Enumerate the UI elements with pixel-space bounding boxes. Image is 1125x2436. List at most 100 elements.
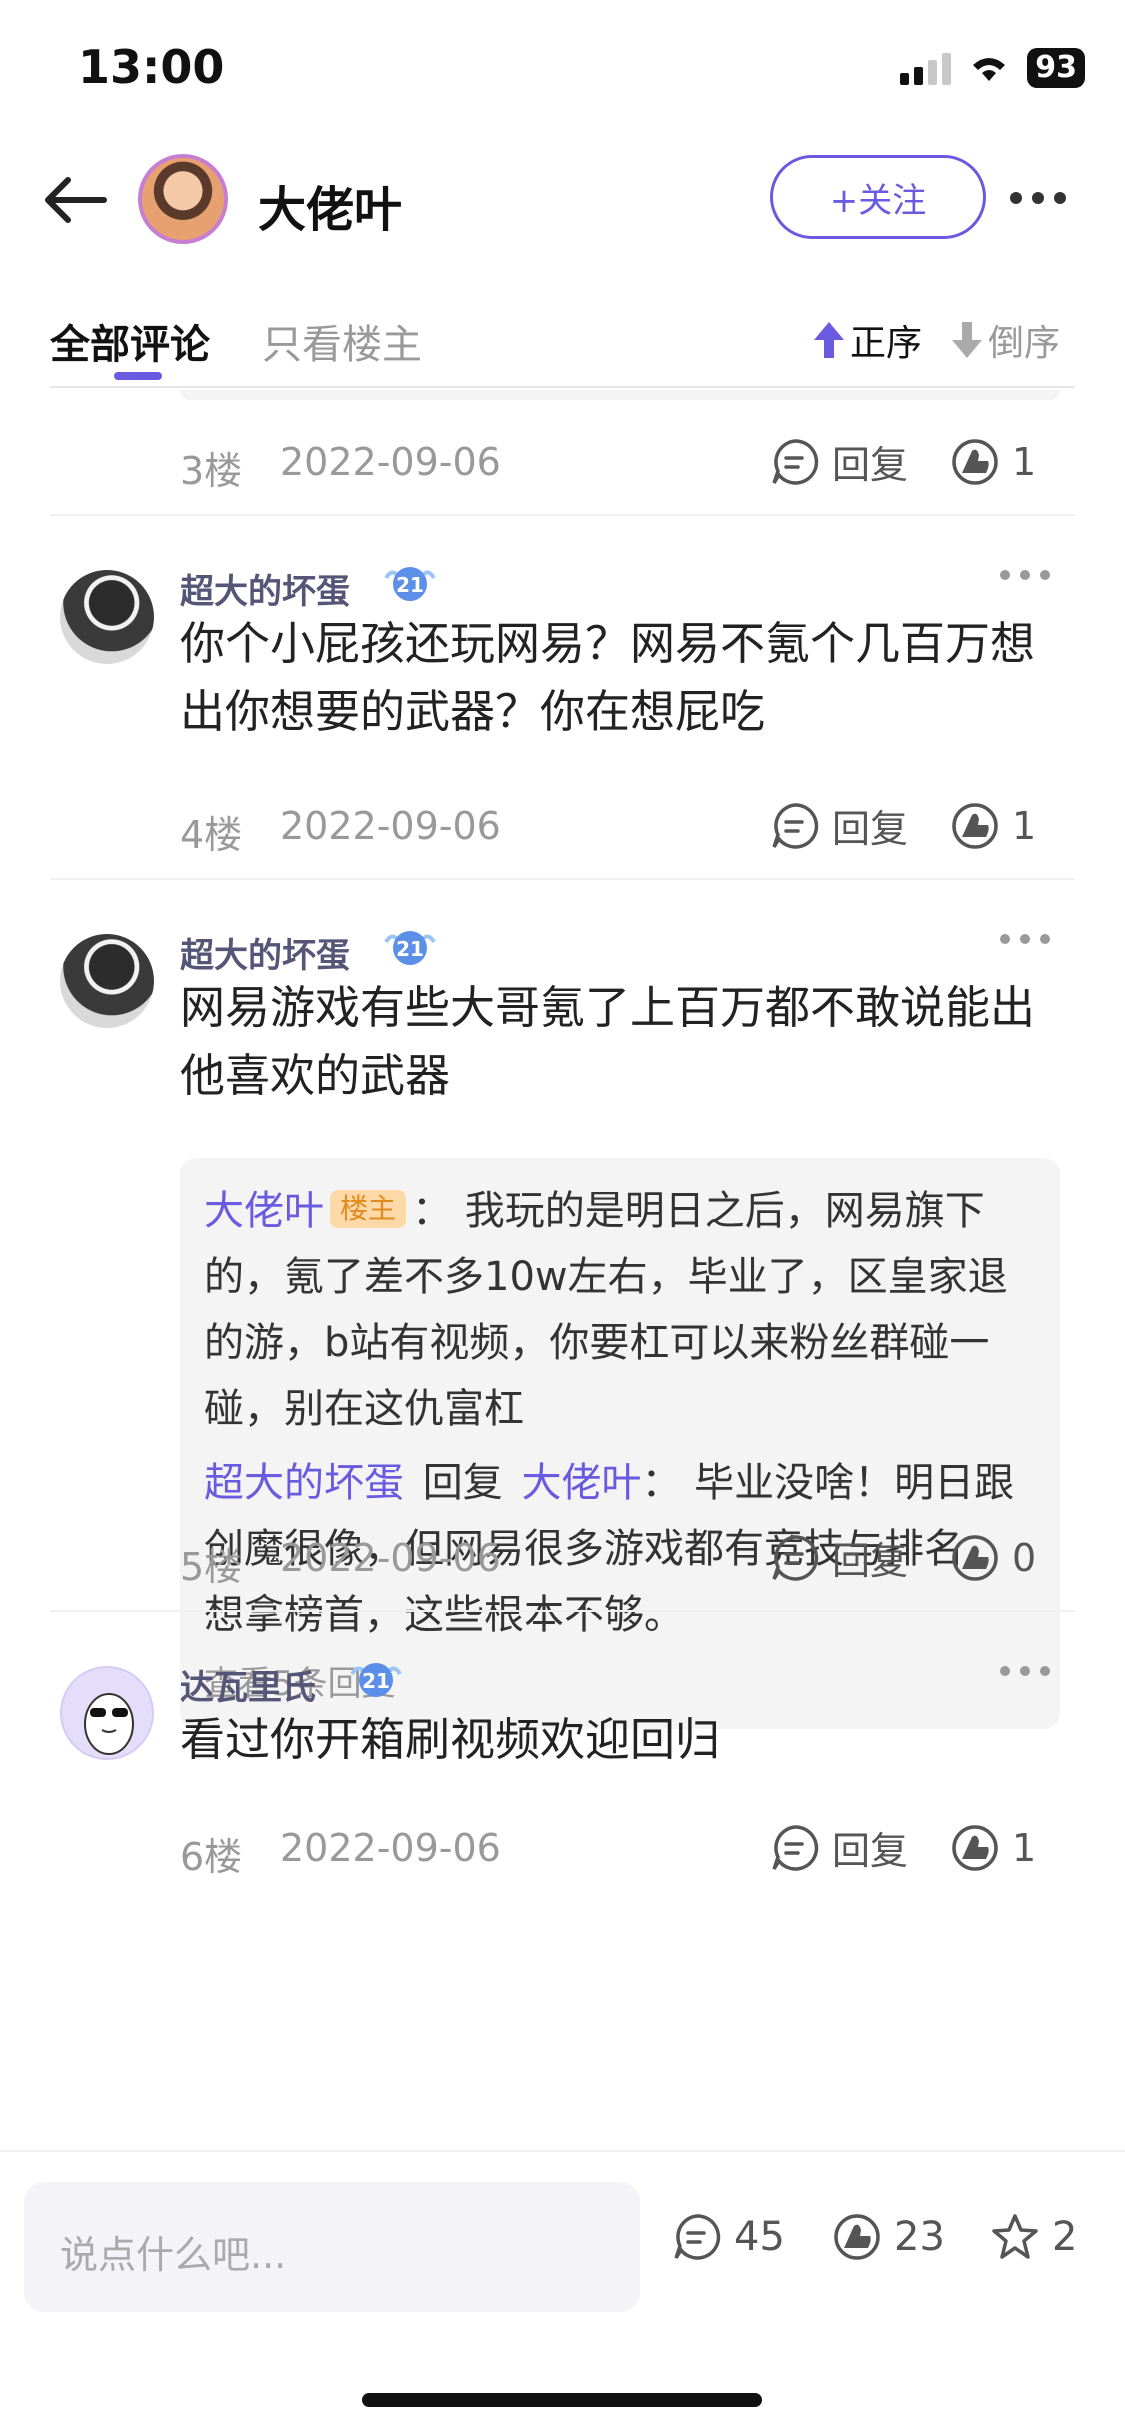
cartoon-face-icon: [84, 1693, 134, 1755]
divider: [50, 514, 1075, 516]
bottom-action-bar: 说点什么吧... 45 23 2: [0, 2150, 1125, 2312]
tab-owner-only[interactable]: 只看楼主: [262, 312, 422, 370]
commenter-avatar[interactable]: [60, 934, 154, 1028]
comment-input[interactable]: 说点什么吧...: [24, 2182, 640, 2312]
reply-icon: [772, 1824, 819, 1871]
back-arrow-icon[interactable]: [40, 170, 110, 230]
view-more-replies-link[interactable]: 查看5条回复: [204, 1656, 1036, 1705]
reply-icon: [772, 438, 819, 485]
sort-descending-button[interactable]: 倒序: [950, 314, 1060, 366]
sort-ascending-button[interactable]: 正序: [812, 314, 922, 366]
reply-label: 回复: [832, 807, 909, 851]
home-indicator: [362, 2393, 762, 2407]
comment-text: 你个小屁孩还玩网易？网易不氪个几百万想出你想要的武器？你在想屁吃: [180, 617, 1036, 738]
comment-date: 2022-09-06: [280, 1826, 501, 1870]
wifi-icon: [973, 58, 1006, 81]
reply-label: 回复: [832, 1539, 909, 1583]
like-button[interactable]: 0: [950, 1533, 1036, 1583]
svg-text:21: 21: [362, 1669, 390, 1693]
sub-reply-target[interactable]: 大佬叶: [521, 1460, 641, 1506]
status-icons: 93: [900, 48, 1085, 88]
svg-text:21: 21: [396, 937, 424, 961]
comment-meta: 5楼 2022-09-06 回复 0: [180, 1530, 1080, 1590]
floor-number: 3楼: [180, 449, 243, 493]
sub-reply-author[interactable]: 大佬叶: [204, 1188, 324, 1234]
sub-reply-box-edge: [180, 390, 1060, 400]
status-time: 13:00: [78, 40, 225, 94]
like-count: 1: [1012, 439, 1037, 484]
comment-meta: 6楼 2022-09-06 回复 1: [180, 1820, 1080, 1880]
favorite-button[interactable]: 2: [990, 2212, 1077, 2262]
star-count: 2: [1052, 2214, 1078, 2260]
top-header: 大佬叶 +关注: [0, 140, 1125, 260]
like-icon: [952, 802, 998, 849]
arrow-down-icon: [952, 322, 982, 358]
author-name[interactable]: 大佬叶: [258, 170, 402, 240]
comment-more-icon[interactable]: [1000, 934, 1056, 944]
floor-number: 6楼: [180, 1835, 243, 1879]
sort-asc-label: 正序: [850, 323, 923, 364]
tab-active-indicator: [114, 372, 162, 380]
sub-reply: 大佬叶 楼主： 我玩的是明日之后，网易旗下的，氪了差不多10w左右，毕业了，区皇家…: [204, 1178, 1036, 1442]
comment-date: 2022-09-06: [280, 804, 501, 848]
sub-reply-text: 我玩的是明日之后，网易旗下的，氪了差不多10w左右，毕业了，区皇家退的游，b站有…: [204, 1188, 1008, 1432]
owner-tag: 楼主: [330, 1190, 407, 1228]
sub-reply-box: 大佬叶 楼主： 我玩的是明日之后，网易旗下的，氪了差不多10w左右，毕业了，区皇家…: [180, 1158, 1060, 1729]
commenter-avatar[interactable]: [60, 1666, 154, 1760]
like-button[interactable]: 1: [950, 801, 1036, 851]
like-total-button[interactable]: 23: [832, 2212, 945, 2262]
comment-more-icon[interactable]: [1000, 570, 1056, 580]
signal-icon: [900, 51, 952, 85]
reply-button[interactable]: 回复: [770, 798, 908, 853]
reply-icon: [772, 802, 819, 849]
floor-number: 4楼: [180, 813, 243, 857]
author-avatar[interactable]: [138, 154, 228, 244]
sub-reply-separator: ：: [412, 1188, 453, 1234]
svg-text:21: 21: [396, 573, 424, 597]
reply-label: 回复: [832, 443, 909, 487]
comment-more-icon[interactable]: [1000, 1666, 1056, 1676]
reply-button[interactable]: 回复: [770, 1530, 908, 1585]
like-icon: [952, 1534, 998, 1581]
like-icon: [952, 1824, 998, 1871]
comment-tabs: 全部评论 只看楼主 正序 倒序: [50, 300, 1075, 388]
commenter-name[interactable]: 达瓦里氏: [180, 1660, 316, 1709]
reply-button[interactable]: 回复: [770, 1820, 908, 1875]
reply-button[interactable]: 回复: [770, 434, 908, 489]
like-button[interactable]: 1: [950, 437, 1036, 487]
like-icon: [952, 438, 998, 485]
like-total: 23: [894, 2214, 945, 2260]
status-bar: 13:00 93: [0, 0, 1125, 140]
reply-label: 回复: [832, 1829, 909, 1873]
commenter-name[interactable]: 超大的坏蛋: [180, 564, 350, 613]
sub-reply-author[interactable]: 超大的坏蛋: [204, 1460, 404, 1506]
like-count: 0: [1012, 1535, 1037, 1580]
level-badge-icon: 21: [350, 1663, 402, 1697]
comment-date: 2022-09-06: [280, 440, 501, 484]
divider: [50, 1610, 1075, 1612]
level-badge-icon: 21: [384, 931, 436, 965]
more-options-icon[interactable]: [1010, 180, 1080, 216]
like-count: 1: [1012, 1825, 1037, 1870]
tab-all-comments[interactable]: 全部评论: [50, 312, 210, 370]
battery-indicator: 93: [1027, 48, 1085, 88]
like-count: 1: [1012, 803, 1037, 848]
comment-date: 2022-09-06: [280, 1536, 501, 1580]
follow-button[interactable]: +关注: [770, 155, 986, 239]
comment-text: 看过你开箱刷视频欢迎回归: [180, 1713, 721, 1766]
arrow-up-icon: [814, 322, 844, 358]
comments-count-button[interactable]: 45: [672, 2212, 785, 2262]
commenter-name[interactable]: 超大的坏蛋: [180, 928, 350, 977]
comment-icon: [674, 2214, 721, 2260]
comment-meta: 3楼 2022-09-06 回复 1: [180, 434, 1080, 494]
comment-count: 45: [734, 2214, 785, 2260]
commenter-avatar[interactable]: [60, 570, 154, 664]
reply-icon: [772, 1534, 819, 1581]
like-button[interactable]: 1: [950, 1823, 1036, 1873]
comment-text: 网易游戏有些大哥氪了上百万都不敢说能出他喜欢的武器: [180, 981, 1036, 1102]
level-badge-icon: 21: [384, 567, 436, 601]
star-icon: [992, 2214, 1038, 2259]
comment-meta: 4楼 2022-09-06 回复 1: [180, 798, 1080, 858]
sort-desc-label: 倒序: [988, 323, 1061, 364]
divider: [50, 878, 1075, 880]
